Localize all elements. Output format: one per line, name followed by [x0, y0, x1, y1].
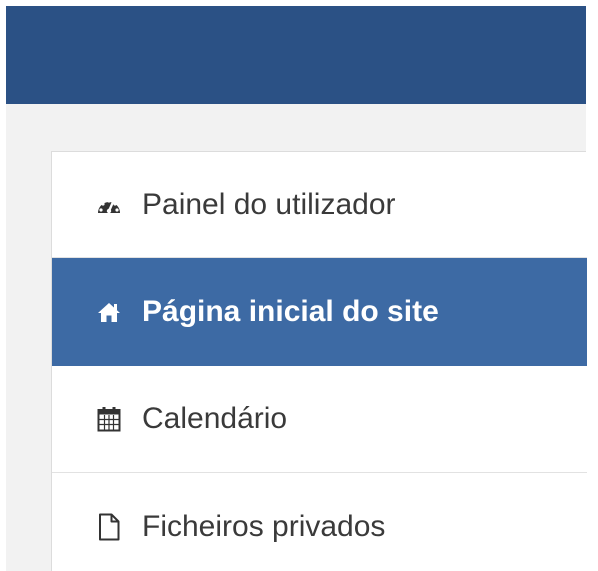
home-icon: [96, 299, 122, 325]
nav-item-private-files[interactable]: Ficheiros privados: [52, 473, 587, 571]
nav-item-site-home[interactable]: Página inicial do site: [52, 258, 587, 366]
navigation-block: Painel do utilizador Página inicial do s…: [51, 151, 587, 571]
dashboard-icon: [96, 192, 122, 218]
calendar-icon: [96, 406, 122, 432]
nav-item-label: Página inicial do site: [142, 295, 439, 328]
top-navbar: [6, 6, 586, 104]
nav-item-dashboard[interactable]: Painel do utilizador: [52, 152, 587, 258]
nav-item-calendar[interactable]: Calendário: [52, 366, 587, 473]
nav-item-label: Ficheiros privados: [142, 509, 386, 543]
nav-item-label: Painel do utilizador: [142, 187, 396, 221]
nav-item-label: Calendário: [142, 402, 288, 435]
file-icon: [96, 513, 122, 540]
page: Painel do utilizador Página inicial do s…: [0, 0, 598, 571]
